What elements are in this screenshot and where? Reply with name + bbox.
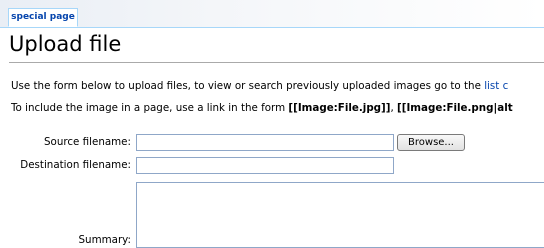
tab-special-page[interactable]: special page [8, 8, 78, 27]
browse-button[interactable]: Browse... [397, 134, 465, 151]
source-filename-label: Source filename: [44, 136, 131, 148]
intro-line-1-text: Use the form below to upload files, to v… [11, 80, 481, 92]
intro-line-2: To include the image in a page, use a li… [11, 102, 513, 114]
source-filename-input[interactable] [136, 134, 394, 151]
top-tab-bar: special page [0, 0, 544, 28]
example-png: [[Image:File.png|alt [397, 102, 513, 114]
title-divider [9, 62, 544, 63]
example-jpg: [[Image:File.jpg]] [288, 102, 391, 114]
summary-textarea[interactable] [136, 182, 544, 248]
destination-filename-input[interactable] [136, 157, 394, 174]
example-separator: , [390, 102, 394, 114]
page-title: Upload file [9, 32, 122, 56]
destination-filename-label: Destination filename: [20, 159, 131, 171]
summary-label: Summary: [78, 234, 131, 246]
intro-line-1: Use the form below to upload files, to v… [11, 80, 508, 92]
intro-line-2-text: To include the image in a page, use a li… [11, 102, 286, 114]
list-link[interactable]: list c [484, 80, 508, 92]
